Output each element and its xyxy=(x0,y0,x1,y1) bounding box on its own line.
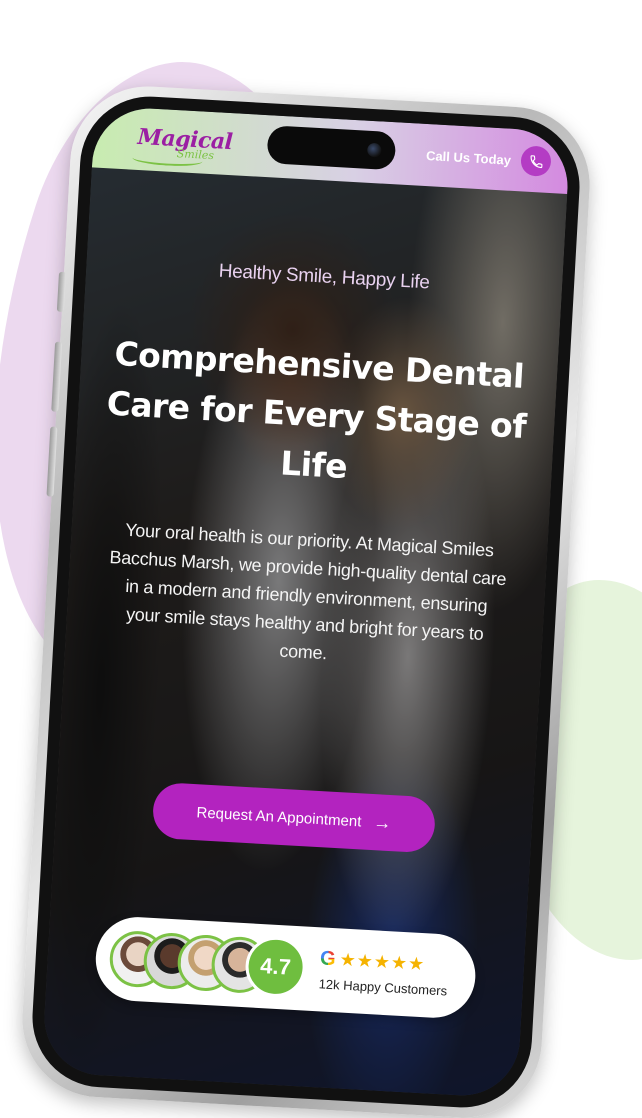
stars-row: G ★★★★★ xyxy=(319,946,450,975)
google-icon: G xyxy=(319,946,337,970)
dynamic-island xyxy=(266,125,397,171)
call-us-label: Call Us Today xyxy=(425,147,512,168)
phone-mockup: Magical Smiles Call Us Today Healthy Smi… xyxy=(18,82,594,1118)
call-us-link[interactable]: Call Us Today xyxy=(425,140,552,177)
phone-icon[interactable] xyxy=(520,145,552,177)
front-camera xyxy=(366,142,382,158)
request-appointment-label: Request An Appointment xyxy=(196,803,362,830)
reviews-badge: 4.7 G ★★★★★ 12k Happy Customers xyxy=(93,914,478,1020)
happy-customers-label: 12k Happy Customers xyxy=(318,975,448,998)
phone-icon-glyph xyxy=(530,154,542,168)
page: Magical Smiles Call Us Today Healthy Smi… xyxy=(0,0,642,1118)
review-info: G ★★★★★ 12k Happy Customers xyxy=(318,946,450,998)
hero-description: Your oral health is our priority. At Mag… xyxy=(109,519,507,664)
request-appointment-button[interactable]: Request An Appointment → xyxy=(151,781,437,854)
hero-headline: Comprehensive Dental Care for Every Stag… xyxy=(105,333,528,487)
hero-content: Healthy Smile, Happy Life Comprehensive … xyxy=(41,105,570,1098)
phone-screen: Magical Smiles Call Us Today Healthy Smi… xyxy=(41,105,571,1099)
arrow-right-icon: → xyxy=(372,811,392,833)
hero-tagline: Healthy Smile, Happy Life xyxy=(218,260,431,294)
customer-avatars: 4.7 xyxy=(108,927,317,1000)
logo-smile-swoosh xyxy=(132,151,203,168)
star-rating: ★★★★★ xyxy=(339,948,426,974)
